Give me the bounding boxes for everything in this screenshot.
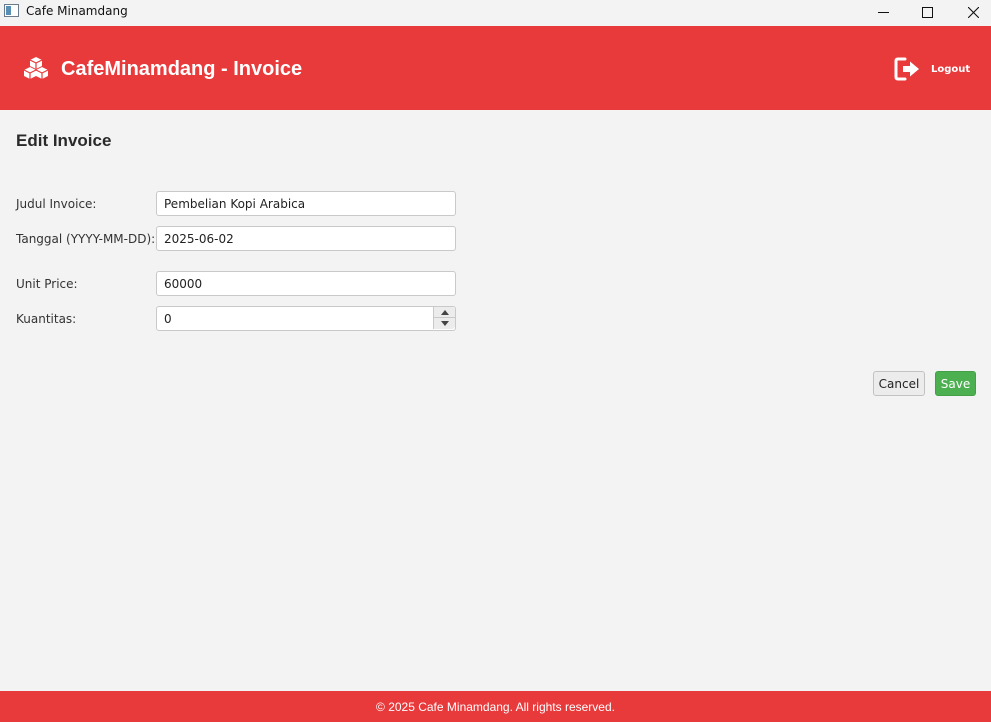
kuantitas-input[interactable] [156,306,456,331]
footer: © 2025 Cafe Minamdang. All rights reserv… [0,691,991,722]
arrow-down-icon [440,321,449,326]
unit-price-input[interactable] [156,271,456,296]
window-titlebar: Cafe Minamdang [0,0,991,26]
increment-button[interactable] [433,307,455,318]
minimize-button[interactable] [860,0,906,24]
maximize-icon [921,6,933,18]
cancel-button[interactable]: Cancel [873,371,925,396]
app-header: CafeMinamdang - Invoice Logout [0,26,991,110]
minimize-icon [877,11,889,13]
maximize-button[interactable] [904,0,950,24]
judul-invoice-input[interactable] [156,191,456,216]
footer-copyright: © 2025 Cafe Minamdang. All rights reserv… [376,699,615,714]
app-title: CafeMinamdang - Invoice [61,58,303,80]
tanggal-label: Tanggal (YYYY-MM-DD): [16,232,156,246]
logout-button[interactable]: Logout [894,56,970,82]
unit-price-label: Unit Price: [16,277,78,291]
kuantitas-label: Kuantitas: [16,312,77,326]
close-button[interactable] [950,0,991,24]
kuantitas-stepper [156,306,456,331]
cubes-icon [23,57,49,79]
logout-label: Logout [931,63,971,75]
decrement-button[interactable] [433,318,455,329]
sign-out-icon [894,57,919,81]
app-window-icon [4,4,19,17]
save-button[interactable]: Save [935,371,976,396]
window-title: Cafe Minamdang [26,4,128,18]
tanggal-input[interactable] [156,226,456,251]
page-title: Edit Invoice [16,131,112,150]
judul-invoice-label: Judul Invoice: [16,197,97,211]
close-icon [967,6,979,18]
arrow-up-icon [440,309,449,315]
